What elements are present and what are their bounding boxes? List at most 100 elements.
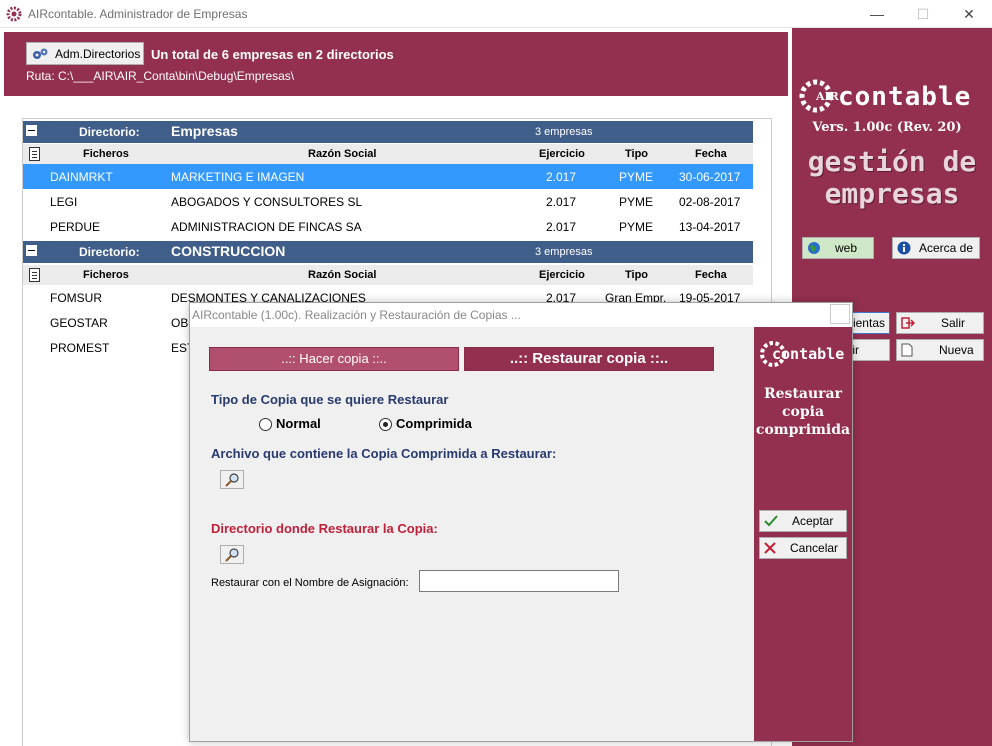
table-row[interactable]: PERDUE ADMINISTRACION DE FINCAS SA 2.017…	[23, 214, 753, 239]
gestion-title: gestión de empresas	[792, 146, 992, 210]
col-fecha: Fecha	[695, 148, 727, 160]
magnifier-icon	[225, 548, 239, 562]
aceptar-button[interactable]: Aceptar	[759, 510, 847, 532]
side-description: Restaurar copia comprimida	[754, 385, 852, 439]
new-document-icon	[901, 343, 913, 357]
cell-razon: ABOGADOS Y CONSULTORES SL	[171, 195, 363, 209]
col-ejercicio: Ejercicio	[539, 269, 585, 281]
adm-directorios-label: Adm.Directorios	[55, 46, 141, 61]
radio-comprimida[interactable]	[379, 418, 392, 431]
dialog-side-panel: contable Restaurar copia comprimida Acep…	[754, 327, 852, 741]
col-ficheros: Ficheros	[83, 269, 129, 281]
collapse-icon[interactable]	[26, 125, 37, 136]
tab-restaurar-copia[interactable]: ..:: Restaurar copia ::..	[464, 347, 714, 371]
web-button[interactable]: web	[802, 237, 874, 259]
cell-fecha: 02-08-2017	[679, 195, 741, 209]
window-title: AIRcontable. Administrador de Empresas	[28, 7, 248, 21]
directory-count: 3 empresas	[535, 126, 593, 138]
adm-directorios-button[interactable]: Adm.Directorios	[26, 42, 144, 65]
aircontable-gear-icon	[6, 6, 22, 22]
dialog-title: AIRcontable (1.00c). Realización y Resta…	[192, 308, 521, 322]
tipo-copia-label: Tipo de Copia que se quiere Restaurar	[211, 392, 449, 407]
col-tipo: Tipo	[625, 148, 649, 160]
radio-normal[interactable]	[259, 418, 272, 431]
window-titlebar: AIRcontable. Administrador de Empresas —…	[0, 0, 992, 28]
radio-normal-label[interactable]: Normal	[276, 416, 321, 431]
cell-tipo: PYME	[619, 195, 654, 209]
browse-archivo-button[interactable]	[220, 470, 244, 489]
tab-hacer-copia[interactable]: ..:: Hacer copia ::..	[209, 347, 459, 371]
cell-razon: MARKETING E IMAGEN	[171, 170, 305, 184]
cell-fichero: DAINMRKT	[50, 170, 113, 184]
cell-fichero: PROMEST	[50, 341, 110, 355]
nueva-label: Nueva	[939, 343, 974, 357]
column-header: Ficheros Razón Social Ejercicio Tipo Fec…	[23, 265, 753, 285]
total-empresas-text: Un total de 6 empresas en 2 directorios	[151, 47, 394, 62]
gestion-line2: empresas	[824, 177, 960, 210]
cell-fichero: PERDUE	[50, 220, 101, 234]
cell-fecha: 13-04-2017	[679, 220, 741, 234]
version-text: Vers. 1.00c (Rev. 20)	[812, 120, 962, 135]
magnifier-icon	[225, 473, 239, 487]
cancelar-button[interactable]: Cancelar	[759, 537, 847, 559]
directory-label: Directorio:	[79, 245, 140, 259]
web-label: web	[835, 241, 858, 255]
checkmark-icon	[764, 515, 778, 527]
side-logo-text: contable	[772, 345, 845, 363]
cancelar-label: Cancelar	[790, 541, 839, 555]
dialog-titlebar: AIRcontable (1.00c). Realización y Resta…	[190, 303, 852, 327]
acerca-label: Acerca de	[919, 241, 974, 255]
gestion-line1: gestión de	[807, 145, 977, 178]
directory-label: Directorio:	[79, 125, 140, 139]
cell-ejercicio: 2.017	[546, 170, 577, 184]
cell-razon: ADMINISTRACION DE FINCAS SA	[171, 220, 362, 234]
document-icon	[29, 268, 40, 282]
nombre-asignacion-input[interactable]	[419, 570, 619, 592]
cell-fichero: LEGI	[50, 195, 78, 209]
col-fecha: Fecha	[695, 269, 727, 281]
side-line2: copia	[781, 404, 825, 420]
ruta-text: Ruta: C:\___AIR\AIR_Conta\bin\Debug\Empr…	[26, 69, 295, 83]
directory-name: CONSTRUCCION	[171, 243, 286, 259]
globe-icon	[808, 242, 820, 254]
x-icon	[764, 542, 776, 554]
archivo-label: Archivo que contiene la Copia Comprimida…	[211, 446, 557, 461]
dialog-close-button[interactable]	[830, 304, 850, 324]
acerca-de-button[interactable]: Acerca de	[892, 237, 980, 259]
cell-ejercicio: 2.017	[546, 195, 577, 209]
exit-icon	[901, 317, 915, 329]
cell-fichero: GEOSTAR	[50, 316, 108, 330]
side-line3: comprimida	[755, 422, 851, 438]
col-ejercicio: Ejercicio	[539, 148, 585, 160]
col-tipo: Tipo	[625, 269, 649, 281]
gears-icon	[33, 48, 48, 59]
column-header: Ficheros Razón Social Ejercicio Tipo Fec…	[23, 144, 753, 164]
info-icon	[897, 241, 911, 255]
cell-fecha: 30-06-2017	[679, 170, 741, 184]
nueva-button[interactable]: Nueva	[896, 339, 984, 361]
collapse-icon[interactable]	[26, 245, 37, 256]
cell-ejercicio: 2.017	[546, 220, 577, 234]
salir-button[interactable]: Salir	[896, 312, 984, 334]
salir-label: Salir	[941, 316, 966, 330]
col-ficheros: Ficheros	[83, 148, 129, 160]
browse-directorio-button[interactable]	[220, 545, 244, 564]
col-razon: Razón Social	[308, 269, 377, 281]
table-row[interactable]: DAINMRKT MARKETING E IMAGEN 2.017 PYME 3…	[23, 164, 753, 189]
minimize-button[interactable]: —	[854, 0, 900, 28]
radio-comprimida-label[interactable]: Comprimida	[396, 416, 472, 431]
directorio-restaurar-label: Directorio donde Restaurar la Copia:	[211, 521, 438, 536]
directory-count: 3 empresas	[535, 246, 593, 258]
cell-tipo: PYME	[619, 220, 654, 234]
close-button[interactable]: ✕	[946, 0, 992, 28]
logo-air-text: AIR	[816, 90, 839, 103]
maximize-button[interactable]: ☐	[900, 0, 946, 28]
logo-contable-text: contable	[838, 82, 972, 112]
directory-header[interactable]: Directorio: Empresas 3 empresas	[23, 121, 753, 143]
side-line1: Restaurar	[764, 386, 842, 402]
document-icon	[29, 147, 40, 161]
directory-header[interactable]: Directorio: CONSTRUCCION 3 empresas	[23, 241, 753, 263]
copias-dialog: AIRcontable (1.00c). Realización y Resta…	[189, 302, 853, 742]
nombre-asignacion-label: Restaurar con el Nombre de Asignación:	[211, 577, 409, 589]
table-row[interactable]: LEGI ABOGADOS Y CONSULTORES SL 2.017 PYM…	[23, 189, 753, 214]
